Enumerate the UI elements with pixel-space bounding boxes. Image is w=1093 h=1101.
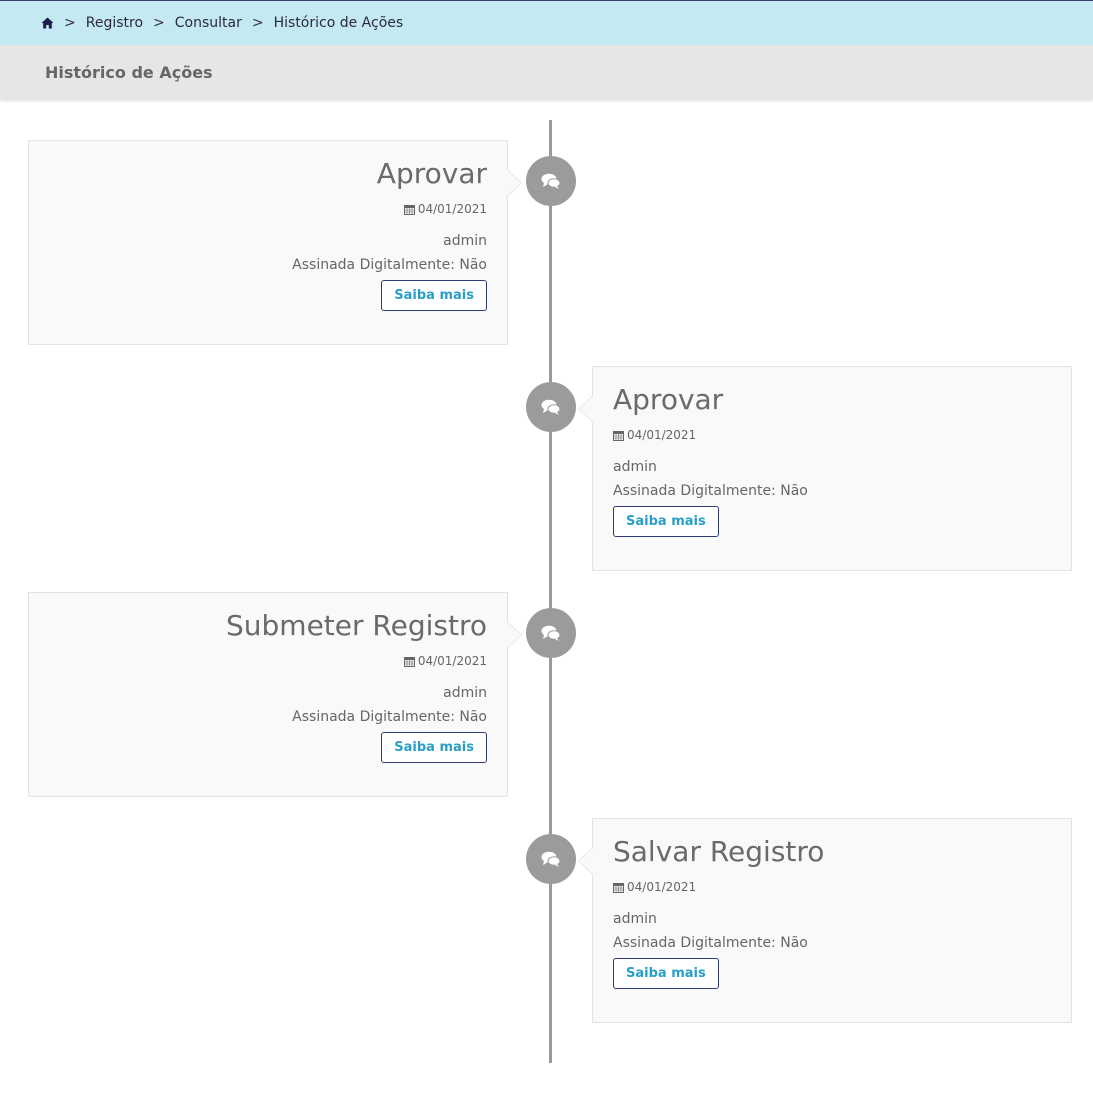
entry-user: admin — [613, 459, 657, 475]
breadcrumb-separator: > — [153, 15, 165, 31]
saiba-mais-button[interactable]: Saiba mais — [613, 958, 719, 989]
breadcrumb: > Registro > Consultar > Histórico de Aç… — [0, 0, 1093, 45]
calendar-icon — [403, 204, 415, 215]
timeline-entry: Salvar Registro 04/01/2021 admin Assinad… — [578, 818, 1072, 1023]
entry-user: admin — [613, 911, 657, 927]
entry-date-text: 04/01/2021 — [417, 202, 487, 216]
entry-title: Aprovar — [376, 157, 487, 190]
page-header: Histórico de Ações — [0, 45, 1093, 99]
timeline-entry: Aprovar 04/01/2021 admin Assinada Digita… — [578, 366, 1072, 571]
calendar-icon — [403, 656, 415, 667]
entry-user: admin — [443, 685, 487, 701]
calendar-icon — [613, 430, 624, 441]
entry-signature-status: Assinada Digitalmente: Não — [292, 257, 487, 273]
timeline-entry: Aprovar 04/01/2021 admin Assinada Digita… — [28, 140, 522, 345]
entry-date-text: 04/01/2021 — [627, 428, 697, 442]
timeline-line — [549, 120, 552, 1063]
entry-signature-status: Assinada Digitalmente: Não — [292, 709, 487, 725]
entry-date: 04/01/2021 — [49, 654, 487, 668]
comments-icon — [526, 608, 576, 658]
comments-icon — [526, 834, 576, 884]
breadcrumb-item-consultar[interactable]: Consultar — [175, 15, 242, 31]
entry-user: admin — [443, 233, 487, 249]
entry-title: Submeter Registro — [226, 609, 487, 642]
entry-date-text: 04/01/2021 — [627, 880, 697, 894]
saiba-mais-button[interactable]: Saiba mais — [613, 506, 719, 537]
calendar-icon — [613, 882, 624, 893]
entry-title: Salvar Registro — [613, 835, 825, 868]
page-title: Histórico de Ações — [45, 62, 213, 82]
breadcrumb-separator: > — [64, 15, 76, 31]
entry-date: 04/01/2021 — [613, 880, 1051, 894]
saiba-mais-button[interactable]: Saiba mais — [381, 732, 487, 763]
breadcrumb-separator: > — [251, 15, 264, 31]
comments-icon — [526, 382, 576, 432]
entry-signature-status: Assinada Digitalmente: Não — [613, 483, 808, 499]
comments-icon — [526, 156, 576, 206]
entry-date: 04/01/2021 — [49, 202, 487, 216]
home-icon[interactable] — [41, 17, 54, 29]
breadcrumb-item-current: Histórico de Ações — [273, 15, 404, 31]
entry-date-text: 04/01/2021 — [417, 654, 487, 668]
entry-signature-status: Assinada Digitalmente: Não — [613, 935, 808, 951]
entry-date: 04/01/2021 — [613, 428, 1051, 442]
saiba-mais-button[interactable]: Saiba mais — [381, 280, 487, 311]
timeline-entry: Submeter Registro 04/01/2021 admin Assin… — [28, 592, 522, 797]
entry-title: Aprovar — [613, 383, 724, 416]
breadcrumb-item-registro[interactable]: Registro — [86, 15, 143, 31]
